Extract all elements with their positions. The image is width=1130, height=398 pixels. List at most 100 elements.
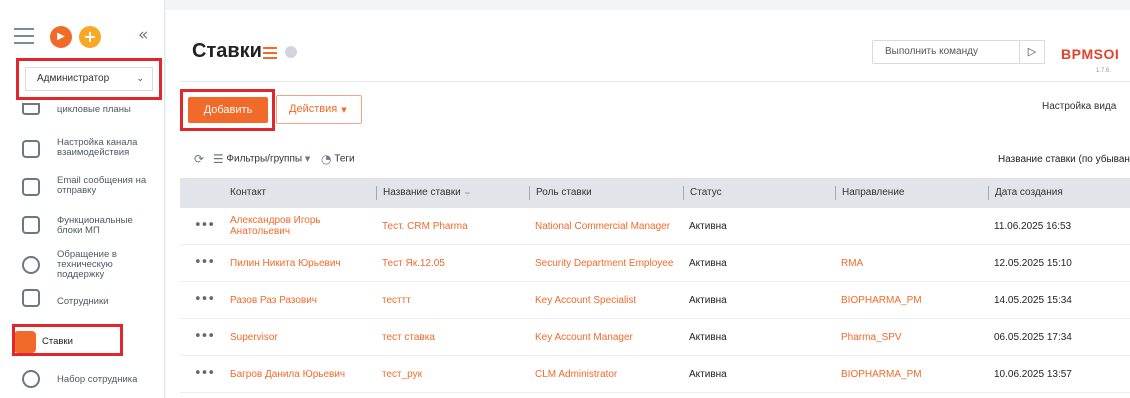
sidebar-item-label: Настройка канала взаимодействия: [57, 137, 138, 158]
sidebar-item-channel-settings[interactable]: Настройка канала взаимодействия: [0, 138, 165, 178]
app-window: ▶ + « Администратор ⌄ цикловые планы Нас…: [0, 0, 1130, 398]
column-header-contact[interactable]: Контакт: [224, 178, 266, 208]
column-header-status[interactable]: Статус: [683, 186, 722, 200]
page-title: Ставки: [192, 40, 262, 62]
table-row[interactable]: ••• Багров Данила Юрьевич тест_рук CLM A…: [180, 356, 1130, 393]
created-cell: 10.06.2025 13:57: [994, 368, 1072, 380]
contact-link[interactable]: Разов Раз Разович: [224, 282, 317, 318]
row-menu-icon[interactable]: •••: [194, 245, 215, 281]
analytics-pie-icon[interactable]: [285, 46, 297, 58]
row-menu-icon[interactable]: •••: [194, 319, 215, 355]
sidebar-item-functional-blocks[interactable]: Функциональные блоки МП: [0, 214, 165, 254]
sidebar-item-email-messages[interactable]: Email сообщения на отправку: [0, 176, 165, 216]
actions-label: Действия: [289, 103, 338, 115]
contact-link[interactable]: Багров Данила Юрьевич: [224, 356, 345, 392]
filters-dropdown[interactable]: Фильтры/группы: [226, 154, 302, 165]
add-icon[interactable]: +: [79, 26, 101, 48]
sidebar-item-hiring[interactable]: Набор сотрудника: [0, 368, 165, 398]
functional-blocks-icon: [22, 216, 40, 234]
status-cell: Активна: [689, 220, 727, 232]
rate-name-link[interactable]: тест ставка: [376, 319, 435, 355]
chevron-down-icon: ⌄: [136, 74, 144, 84]
support-chat-icon: [22, 256, 40, 274]
play-icon[interactable]: ▶: [50, 26, 72, 48]
row-menu-icon[interactable]: •••: [194, 356, 215, 392]
role-link[interactable]: Key Account Specialist: [529, 282, 636, 318]
created-cell: 06.05.2025 17:34: [994, 331, 1072, 343]
direction-link[interactable]: Pharma_SPV: [835, 319, 902, 355]
highlight-add-button: Добавить: [180, 89, 275, 131]
run-command-icon[interactable]: ▷: [1019, 40, 1045, 64]
rate-name-link[interactable]: Тест. CRM Pharma: [376, 208, 468, 244]
status-cell: Активна: [689, 257, 727, 269]
role-link[interactable]: Key Account Manager: [529, 319, 633, 355]
table-row[interactable]: ••• Александров Игорь Анатольевич Тест. …: [180, 208, 1130, 245]
contact-link[interactable]: Пилин Никита Юрьевич: [224, 245, 341, 281]
actions-button[interactable]: Действия ▼: [276, 95, 362, 124]
role-link[interactable]: Security Department Employee: [529, 245, 673, 281]
role-selector[interactable]: Администратор ⌄: [25, 67, 153, 91]
sidebar-item-employees[interactable]: Сотрудники: [0, 289, 165, 329]
sidebar-item-label: Функциональные блоки МП: [57, 215, 133, 236]
sidebar-item-label: Обращение в техническую поддержку: [57, 249, 117, 280]
status-cell: Активна: [689, 294, 727, 306]
direction-link[interactable]: [835, 208, 841, 244]
sort-info[interactable]: Название ставки (по убыванию): [998, 154, 1130, 165]
menu-icon[interactable]: [14, 28, 34, 44]
filter-bar: ⟳ ☰ Фильтры/группы ▼ ◔ Теги: [194, 152, 355, 168]
column-header-role[interactable]: Роль ставки: [529, 186, 592, 200]
add-button[interactable]: Добавить: [188, 97, 268, 123]
collapse-sidebar-icon[interactable]: «: [138, 25, 148, 45]
status-cell: Активна: [689, 368, 727, 380]
brand-logo: BPMSOI: [1061, 46, 1120, 62]
sidebar-item-label: Набор сотрудника: [57, 374, 138, 385]
table-row[interactable]: ••• Пилин Никита Юрьевич Тест Як.12.05 S…: [180, 245, 1130, 282]
chevron-down-icon: ▼: [304, 155, 311, 163]
role-link[interactable]: National Commercial Manager: [529, 208, 670, 244]
view-settings-link[interactable]: Настройка вида: [1042, 101, 1116, 112]
sidebar-item-cycle-plans[interactable]: цикловые планы: [0, 100, 165, 140]
column-header-direction[interactable]: Направление: [835, 186, 904, 200]
sidebar-item-label: Сотрудники: [57, 296, 109, 307]
tags-button[interactable]: Теги: [334, 154, 354, 165]
direction-link[interactable]: BIOPHARMA_PM: [835, 282, 922, 318]
chevron-down-icon: ▼: [341, 106, 347, 114]
status-cell: Активна: [689, 331, 727, 343]
direction-link[interactable]: RMA: [835, 245, 863, 281]
column-header-created[interactable]: Дата создания: [988, 186, 1063, 200]
created-cell: 12.05.2025 15:10: [994, 257, 1072, 269]
rates-table: Контакт Название ставки ⩦ Роль ставки Ста…: [180, 178, 1130, 393]
sidebar-item-support[interactable]: Обращение в техническую поддержку: [0, 250, 165, 290]
sidebar: ▶ + « Администратор ⌄ цикловые планы Нас…: [0, 0, 165, 398]
command-input[interactable]: Выполнить команду: [872, 40, 1020, 64]
rate-name-link[interactable]: тесттт: [376, 282, 411, 318]
header-divider: [180, 81, 1130, 82]
rate-name-link[interactable]: тест_рук: [376, 356, 422, 392]
calendar-icon: [22, 103, 40, 115]
channel-settings-icon: [22, 140, 40, 158]
rate-name-link[interactable]: Тест Як.12.05: [376, 245, 445, 281]
sidebar-top-bar: ▶ + «: [14, 25, 159, 48]
row-menu-icon[interactable]: •••: [194, 282, 215, 318]
section-menu-icon[interactable]: [263, 47, 277, 62]
hiring-icon: [22, 370, 40, 388]
column-header-rate-name[interactable]: Название ставки ⩦: [376, 186, 470, 200]
column-header-label: Название ставки: [383, 187, 461, 198]
table-row[interactable]: ••• Supervisor тест ставка Key Account M…: [180, 319, 1130, 356]
row-menu-icon[interactable]: •••: [194, 208, 215, 244]
direction-link[interactable]: BIOPHARMA_PM: [835, 356, 922, 392]
employees-icon: [22, 289, 40, 307]
highlight-active-item: [12, 324, 123, 356]
tag-icon: ◔: [321, 152, 332, 166]
refresh-icon[interactable]: ⟳: [194, 152, 204, 166]
sidebar-item-label: Email сообщения на отправку: [57, 175, 147, 196]
sort-icon: ⩦: [464, 188, 471, 198]
created-cell: 14.05.2025 15:34: [994, 294, 1072, 306]
role-link[interactable]: CLM Administrator: [529, 356, 617, 392]
sidebar-item-label: цикловые планы: [57, 104, 131, 115]
contact-link[interactable]: Александров Игорь Анатольевич: [224, 208, 374, 244]
table-row[interactable]: ••• Разов Раз Разович тесттт Key Account…: [180, 282, 1130, 319]
main-content: Ставки Выполнить команду ▷ BPMSOI 1.7.6.…: [166, 10, 1130, 398]
email-icon: [22, 178, 40, 196]
contact-link[interactable]: Supervisor: [224, 319, 278, 355]
